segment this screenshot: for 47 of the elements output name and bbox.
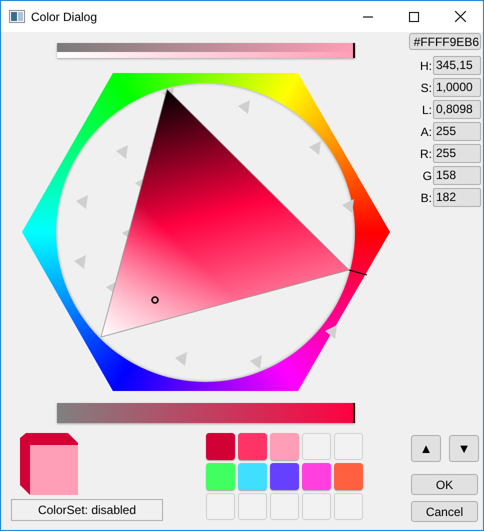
move-up-button[interactable]: ▲ xyxy=(411,435,441,462)
hue-marker[interactable] xyxy=(348,270,368,276)
color-swatch[interactable] xyxy=(238,433,267,460)
empty-swatch[interactable] xyxy=(270,493,299,520)
empty-swatch[interactable] xyxy=(238,493,267,520)
value-field[interactable]: 182 xyxy=(433,188,481,207)
field-label: S: xyxy=(420,80,433,96)
app-icon xyxy=(9,10,25,23)
field-label: L: xyxy=(420,102,433,118)
saturation-slider[interactable] xyxy=(57,403,355,423)
color-preview-drawing xyxy=(20,433,80,495)
slider-marker[interactable] xyxy=(353,403,355,423)
selection-marker[interactable] xyxy=(151,296,159,304)
color-swatch[interactable] xyxy=(302,463,331,490)
colorset-status: ColorSet: disabled xyxy=(11,499,163,521)
color-swatch[interactable] xyxy=(270,433,299,460)
empty-swatch[interactable] xyxy=(302,493,331,520)
empty-swatch[interactable] xyxy=(334,433,363,460)
ok-button[interactable]: OK xyxy=(411,474,478,495)
value-field[interactable]: 255 xyxy=(433,144,481,163)
value-field[interactable]: 158 xyxy=(433,166,481,185)
value-field[interactable]: 1,0000 xyxy=(433,78,481,97)
cancel-button[interactable]: Cancel xyxy=(411,501,478,522)
move-down-button[interactable]: ▼ xyxy=(449,435,479,462)
field-label: B: xyxy=(420,190,433,206)
value-field[interactable]: 345,15 xyxy=(433,56,481,75)
value-field[interactable]: 0,8098 xyxy=(433,100,481,119)
color-swatch[interactable] xyxy=(334,463,363,490)
color-swatch[interactable] xyxy=(238,463,267,490)
empty-swatch[interactable] xyxy=(302,433,331,460)
color-swatch[interactable] xyxy=(270,463,299,490)
color-swatch[interactable] xyxy=(206,433,235,460)
field-label: G xyxy=(422,168,433,184)
hex-value-field[interactable]: #FFFF9EB6 xyxy=(409,33,481,50)
field-label: R: xyxy=(419,146,433,162)
field-label: H: xyxy=(419,58,433,74)
empty-swatch[interactable] xyxy=(206,493,235,520)
maximize-icon xyxy=(409,12,419,22)
empty-swatch[interactable] xyxy=(334,493,363,520)
slider-marker[interactable] xyxy=(353,43,355,58)
value-field[interactable]: 255 xyxy=(433,122,481,141)
color-triangle[interactable] xyxy=(100,88,350,338)
field-label: A: xyxy=(420,124,433,140)
close-icon xyxy=(454,11,466,22)
alpha-slider[interactable] xyxy=(57,43,355,58)
window-title: Color Dialog xyxy=(31,8,98,26)
color-swatch[interactable] xyxy=(206,463,235,490)
